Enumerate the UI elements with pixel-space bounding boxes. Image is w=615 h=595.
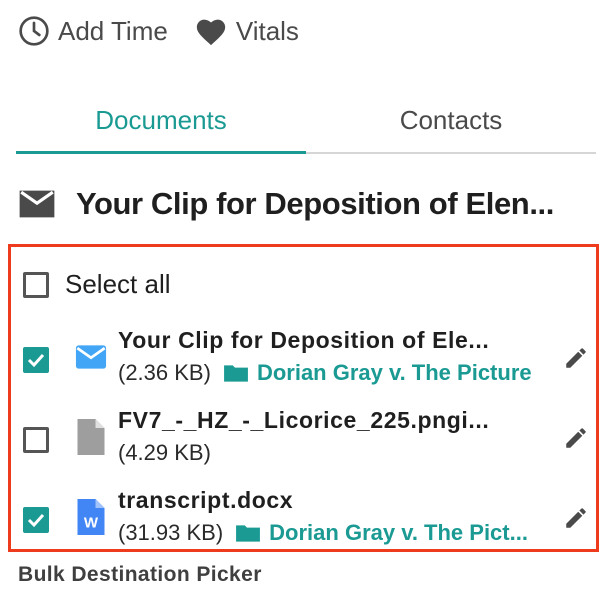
list-item: FV7_-_HZ_-_Licorice_225.pngi... (4.29 KB… — [23, 407, 593, 469]
heart-icon — [196, 19, 225, 46]
email-icon — [71, 335, 111, 379]
edit-button[interactable] — [563, 425, 589, 456]
pencil-icon — [566, 348, 586, 368]
item-name: Your Clip for Deposition of Ele... — [118, 327, 490, 353]
edit-button[interactable] — [563, 505, 589, 536]
email-heading: Your Clip for Deposition of Elen... — [18, 186, 598, 222]
edit-button[interactable] — [563, 345, 589, 376]
top-actions: Add Time Vitals — [18, 12, 299, 50]
item-checkbox[interactable] — [23, 347, 49, 373]
svg-text:W: W — [84, 515, 99, 532]
item-meta: (2.36 KB) Dorian Gray v. The Picture — [118, 360, 558, 386]
add-time-label: Add Time — [58, 15, 168, 46]
tab-contacts[interactable]: Contacts — [306, 88, 596, 152]
folder-link[interactable]: Dorian Gray v. The Pict... — [235, 520, 528, 546]
list-item: Your Clip for Deposition of Ele... (2.36… — [23, 327, 593, 389]
item-size: (31.93 KB) — [118, 520, 224, 545]
vitals-label: Vitals — [235, 15, 299, 46]
item-checkbox[interactable] — [23, 427, 49, 453]
select-all-label: Select all — [65, 269, 171, 299]
add-time-button[interactable]: Add Time — [18, 15, 168, 47]
item-size: (4.29 KB) — [118, 440, 211, 465]
item-checkbox[interactable] — [23, 507, 49, 533]
document-panel: Add Time Vitals Documents Contacts Your … — [0, 0, 615, 595]
document-selection-list: Select all Your Clip for Deposition of E… — [8, 244, 599, 552]
checkmark-icon — [27, 513, 45, 528]
item-name: transcript.docx — [118, 487, 294, 513]
pencil-icon — [566, 508, 586, 528]
folder-name: Dorian Gray v. The Pict... — [269, 520, 528, 545]
bulk-destination-picker-label: Bulk Destination Picker — [18, 563, 262, 586]
item-meta: (4.29 KB) — [118, 440, 558, 466]
clock-icon — [19, 16, 49, 46]
list-item: W transcript.docx (31.93 KB) Dorian Gray… — [23, 487, 593, 549]
select-all-checkbox[interactable] — [23, 271, 49, 298]
pencil-icon — [566, 428, 586, 448]
item-meta: (31.93 KB) Dorian Gray v. The Pict... — [118, 520, 558, 546]
word-doc-icon: W — [71, 495, 111, 539]
checkmark-icon — [27, 353, 45, 368]
email-title: Your Clip for Deposition of Elen... — [76, 186, 554, 221]
tab-bar: Documents Contacts — [16, 88, 596, 154]
folder-icon — [236, 525, 261, 542]
folder-link[interactable]: Dorian Gray v. The Picture — [223, 360, 532, 386]
envelope-icon — [19, 190, 55, 218]
file-icon — [71, 415, 111, 459]
item-name: FV7_-_HZ_-_Licorice_225.pngi... — [118, 407, 490, 433]
vitals-button[interactable]: Vitals — [194, 15, 299, 47]
select-all-row[interactable]: Select all — [23, 269, 171, 300]
folder-name: Dorian Gray v. The Picture — [256, 360, 532, 385]
item-size: (2.36 KB) — [118, 360, 211, 385]
folder-icon — [224, 365, 248, 382]
tab-documents[interactable]: Documents — [16, 88, 306, 154]
